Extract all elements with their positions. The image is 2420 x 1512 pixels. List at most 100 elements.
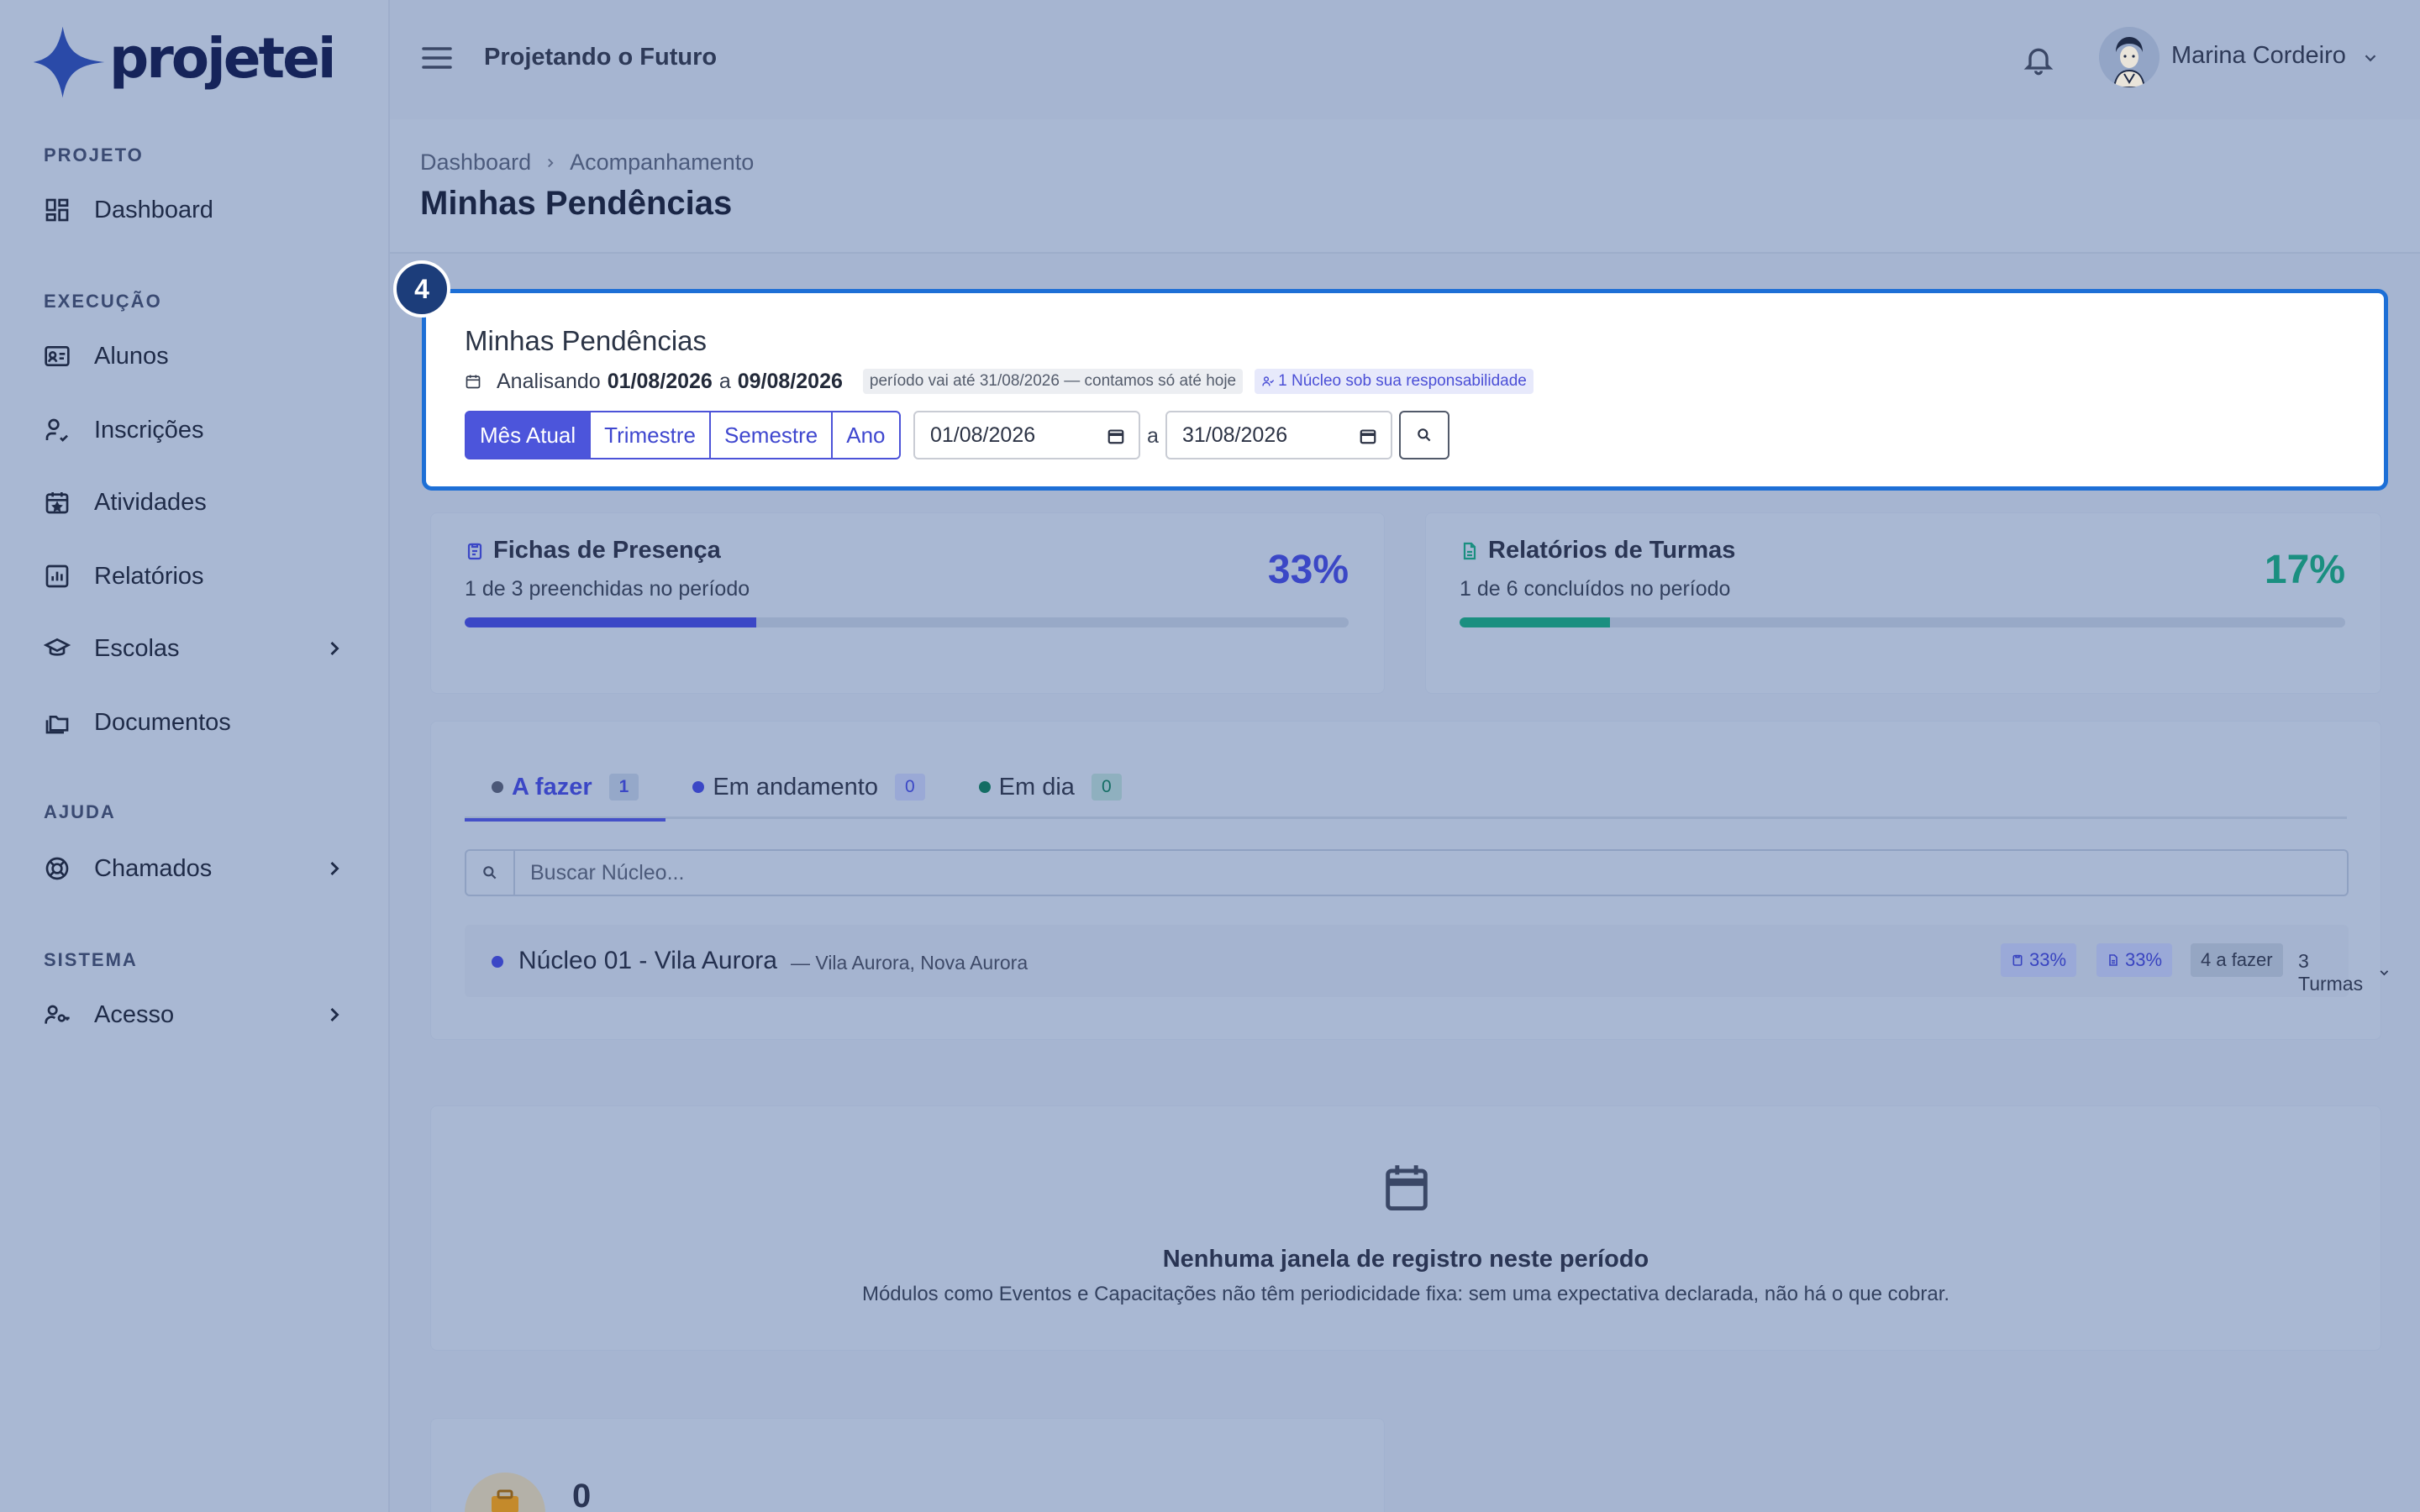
user-key-icon xyxy=(44,1001,71,1028)
sidebar-item-atividades[interactable]: Atividades xyxy=(44,479,346,526)
sidebar-item-label: Alunos xyxy=(94,342,169,370)
sidebar-item-label: Inscrições xyxy=(94,416,204,444)
sidebar-item-escolas[interactable]: Escolas xyxy=(44,625,346,672)
sidebar-item-label: Atividades xyxy=(94,488,207,516)
topbar: Projetando o Futuro Marina Cordeiro xyxy=(390,0,2420,118)
nav-section-execucao: EXECUÇÃO xyxy=(44,291,162,312)
analyzing-label: Analisando xyxy=(497,369,601,393)
tab-count-badge: 0 xyxy=(1091,774,1122,801)
preset-ano-button[interactable]: Ano xyxy=(831,411,901,459)
responsibility-badge: 1 Núcleo sob sua responsabilidade xyxy=(1255,369,1534,394)
tab-a-fazer[interactable]: A fazer 1 xyxy=(465,755,666,822)
period-start: 01/08/2026 xyxy=(607,369,713,393)
search-icon xyxy=(466,851,515,895)
list-item[interactable]: Núcleo 01 - Vila Aurora — Vila Aurora, N… xyxy=(465,925,2389,997)
tab-em-andamento[interactable]: Em andamento 0 xyxy=(666,755,951,819)
tab-em-dia[interactable]: Em dia 0 xyxy=(952,755,1149,819)
turmas-toggle[interactable]: 3 Turmas xyxy=(2298,950,2391,995)
user-avatar[interactable] xyxy=(2099,27,2160,87)
period-note-badge: período vai até 31/08/2026 — contamos só… xyxy=(862,369,1244,394)
date-from-input[interactable]: 01/08/2026 xyxy=(913,411,1140,459)
empty-state-title: Nenhuma janela de registro neste período xyxy=(1162,1246,1649,1273)
tab-label: Em andamento xyxy=(713,773,878,801)
date-from-value: 01/08/2026 xyxy=(930,423,1036,447)
date-to-input[interactable]: 31/08/2026 xyxy=(1165,411,1392,459)
stat-title: Fichas de Presença xyxy=(465,537,721,564)
turmas-label: 3 Turmas xyxy=(2298,950,2364,995)
tab-count-badge: 0 xyxy=(894,774,925,801)
badge-text: 33% xyxy=(2125,949,2163,970)
report-percent-badge: 33% xyxy=(2096,943,2173,977)
calendar-icon[interactable] xyxy=(1107,427,1125,445)
search-icon xyxy=(1418,428,1431,442)
sidebar-item-documentos[interactable]: Documentos xyxy=(44,699,346,746)
star-logo-icon xyxy=(33,26,105,98)
document-icon xyxy=(2109,954,2118,966)
summary-card: 0 xyxy=(430,1418,1385,1512)
tab-label: Em dia xyxy=(998,773,1075,801)
tab-label: A fazer xyxy=(512,773,592,801)
chevron-right-icon xyxy=(330,641,339,656)
calendar-icon[interactable] xyxy=(1359,427,1377,445)
sidebar-item-relatorios[interactable]: Relatórios xyxy=(44,553,346,600)
status-dot xyxy=(692,781,705,793)
users-icon xyxy=(1262,376,1275,386)
stat-percent: 17% xyxy=(2264,548,2345,592)
period-connector: a xyxy=(718,369,731,393)
dashboard-icon xyxy=(44,197,71,223)
stat-title: Relatórios de Turmas xyxy=(1460,537,1735,564)
sidebar-item-acesso[interactable]: Acesso xyxy=(44,991,346,1038)
nucleo-location: — Vila Aurora, Nova Aurora xyxy=(791,952,1028,974)
sidebar-item-inscricoes[interactable]: Inscrições xyxy=(44,407,346,454)
stat-percent: 33% xyxy=(1267,548,1349,592)
hamburger-menu-icon[interactable] xyxy=(420,44,454,72)
user-name[interactable]: Marina Cordeiro xyxy=(2171,42,2346,70)
status-dot xyxy=(492,781,503,793)
sidebar-item-chamados[interactable]: Chamados xyxy=(44,845,346,892)
todo-count-badge: 4 a fazer xyxy=(2191,943,2283,977)
status-dot xyxy=(978,781,991,793)
nav-section-projeto: PROJETO xyxy=(44,144,144,165)
breadcrumb-acompanhamento[interactable]: Acompanhamento xyxy=(570,150,754,176)
nucleo-search[interactable]: Buscar Núcleo... xyxy=(465,849,2349,896)
date-to-value: 31/08/2026 xyxy=(1182,423,1288,447)
breadcrumb: Dashboard Acompanhamento xyxy=(420,150,754,176)
filter-card-title: Minhas Pendências xyxy=(465,325,708,356)
chevron-down-icon[interactable] xyxy=(2361,49,2380,67)
chevron-down-icon xyxy=(2380,970,2389,976)
preset-semestre-button[interactable]: Semestre xyxy=(708,411,834,459)
sidebar: projetei PROJETO Dashboard EXECUÇÃO Alun… xyxy=(0,0,390,1512)
empty-state-subtitle: Módulos como Eventos e Capacitações não … xyxy=(861,1283,1950,1305)
sidebar-item-alunos[interactable]: Alunos xyxy=(44,333,346,380)
responsibility-text: 1 Núcleo sob sua responsabilidade xyxy=(1278,372,1527,390)
app-title: Projetando o Futuro xyxy=(484,44,718,71)
empty-state-card: Nenhuma janela de registro neste período… xyxy=(430,1105,2381,1351)
progress-bar xyxy=(465,617,1349,627)
search-input[interactable]: Buscar Núcleo... xyxy=(515,851,684,895)
badge-text: 33% xyxy=(2029,949,2067,970)
period-preset-group: Mês Atual Trimestre Semestre Ano xyxy=(465,411,901,459)
preset-trimestre-button[interactable]: Trimestre xyxy=(589,411,711,459)
period-filter-card: Minhas Pendências Analisando 01/08/2026 … xyxy=(422,289,2388,491)
sidebar-item-dashboard[interactable]: Dashboard xyxy=(44,186,346,234)
sidebar-item-label: Relatórios xyxy=(94,562,204,590)
id-card-icon xyxy=(44,343,71,370)
sidebar-item-label: Chamados xyxy=(94,854,213,882)
progress-fill xyxy=(1460,617,1611,627)
notification-bell-icon[interactable] xyxy=(2022,42,2055,77)
page-header: Dashboard Acompanhamento Minhas Pendênci… xyxy=(390,119,2420,254)
chevron-right-icon xyxy=(548,158,554,167)
chevron-right-icon xyxy=(330,861,339,876)
stat-subtitle: 1 de 3 preenchidas no período xyxy=(465,577,750,601)
stat-card-relatorios: Relatórios de Turmas 1 de 6 concluídos n… xyxy=(1425,512,2381,694)
brand-logo[interactable]: projetei xyxy=(30,24,336,101)
briefcase-icon xyxy=(465,1473,545,1512)
date-range-separator: a xyxy=(1147,424,1159,448)
clipboard-icon xyxy=(467,543,482,559)
breadcrumb-dashboard[interactable]: Dashboard xyxy=(420,150,531,176)
apply-period-button[interactable] xyxy=(1399,411,1449,459)
status-tabs: A fazer 1 Em andamento 0 Em dia 0 xyxy=(465,755,2347,822)
sidebar-item-label: Acesso xyxy=(94,1000,175,1028)
preset-mes-atual-button[interactable]: Mês Atual xyxy=(465,411,592,459)
tab-count-badge: 1 xyxy=(608,774,639,801)
